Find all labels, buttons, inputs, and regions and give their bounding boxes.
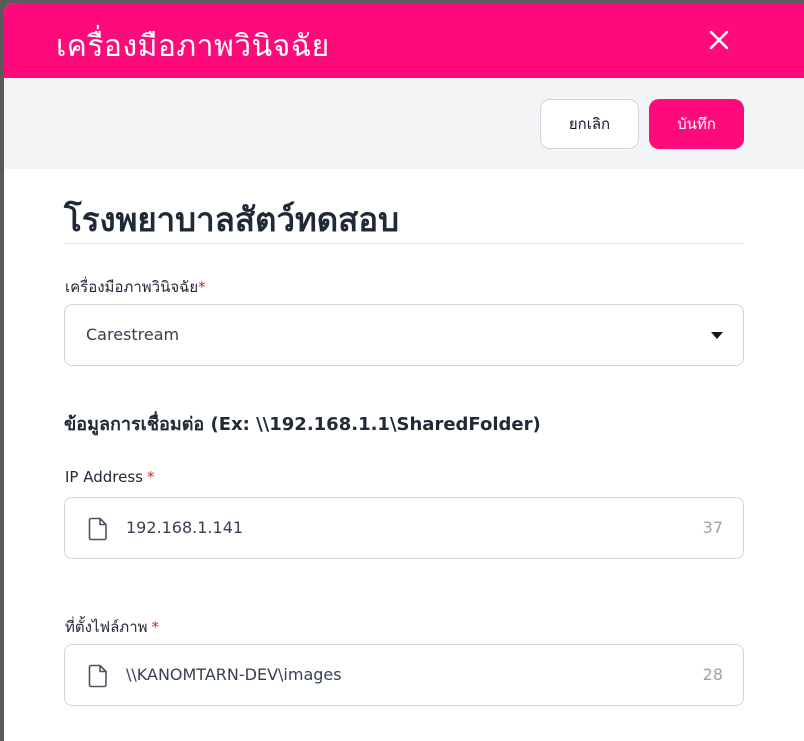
device-label: เครื่องมือภาพวินิจฉัย* (65, 275, 206, 299)
image-path-label-text: ที่ตั้งไฟล์ภาพ (65, 618, 148, 636)
image-path-input[interactable]: \\KANOMTARN-DEV\images 28 (64, 644, 744, 706)
dialog-header: เครื่องมือภาพวินิจฉัย (4, 3, 804, 78)
device-label-text: เครื่องมือภาพวินิจฉัย (65, 278, 199, 296)
ip-label-text: IP Address (65, 468, 143, 486)
connection-section-title: ข้อมูลการเชื่อมต่อ (Ex: \\192.168.1.1\Sh… (64, 414, 541, 435)
ip-char-count: 37 (702, 518, 723, 537)
image-path-label: ที่ตั้งไฟล์ภาพ * (65, 615, 159, 639)
device-select-value: Carestream (86, 325, 180, 344)
file-icon (88, 517, 107, 541)
dialog-toolbar: ยกเลิก บันทึก (4, 78, 804, 169)
close-button[interactable] (706, 27, 732, 53)
image-path-value: \\KANOMTARN-DEV\images (126, 665, 342, 684)
required-mark: * (198, 278, 206, 296)
image-path-char-count: 28 (702, 665, 723, 684)
cancel-button[interactable]: ยกเลิก (540, 99, 639, 149)
diagnostic-device-dialog: เครื่องมือภาพวินิจฉัย ยกเลิก บันทึก โรงพ… (4, 3, 804, 741)
close-icon (709, 30, 729, 50)
ip-address-input[interactable]: 192.168.1.141 37 (64, 497, 744, 559)
hospital-name: โรงพยาบาลสัตว์ทดสอบ (64, 200, 400, 239)
file-icon (88, 664, 107, 688)
required-mark: * (146, 468, 155, 486)
dialog-title: เครื่องมือภาพวินิจฉัย (56, 29, 330, 64)
ip-address-value: 192.168.1.141 (126, 518, 244, 537)
divider (64, 243, 744, 244)
save-button[interactable]: บันทึก (649, 99, 744, 149)
device-select[interactable]: Carestream (64, 304, 744, 366)
caret-down-icon (711, 332, 723, 339)
ip-label: IP Address * (65, 468, 154, 486)
required-mark: * (151, 618, 160, 636)
